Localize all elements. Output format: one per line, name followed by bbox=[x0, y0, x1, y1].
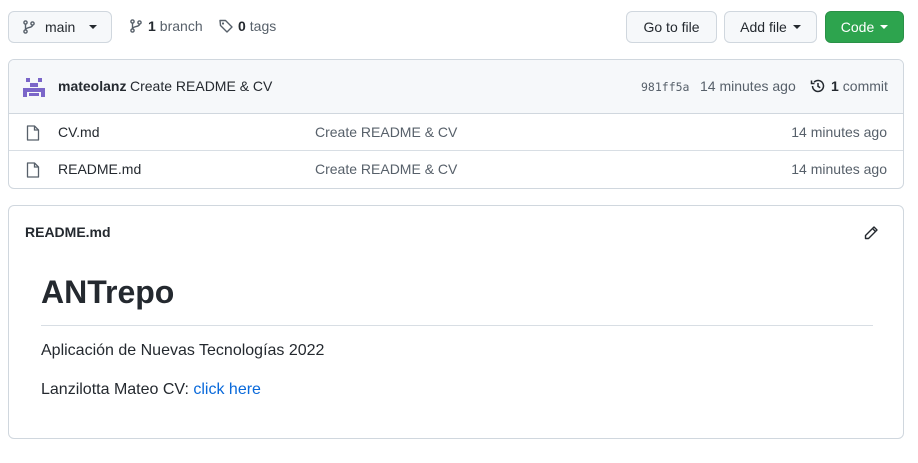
readme-filename[interactable]: README.md bbox=[25, 224, 111, 240]
file-name[interactable]: README.md bbox=[58, 161, 141, 177]
file-commit-message[interactable]: Create README & CV bbox=[315, 161, 457, 177]
code-label: Code bbox=[840, 19, 875, 35]
add-file-label: Add file bbox=[740, 19, 787, 35]
readme-cv-paragraph: Lanzilotta Mateo CV: click here bbox=[41, 381, 261, 399]
readme-paragraph: Aplicación de Nuevas Tecnologías 2022 bbox=[41, 342, 325, 359]
avatar[interactable] bbox=[23, 76, 45, 98]
tag-word: tags bbox=[249, 18, 277, 34]
git-branch-icon bbox=[23, 20, 35, 34]
commits-link[interactable]: 1 commit bbox=[810, 78, 888, 94]
add-file-button[interactable]: Add file bbox=[724, 11, 817, 43]
commit-time: 14 minutes ago bbox=[700, 78, 796, 94]
readme-panel: README.md ANTrepo Aplicación de Nuevas T… bbox=[8, 205, 904, 439]
readme-cv-prefix: Lanzilotta Mateo CV: bbox=[41, 381, 194, 398]
branch-selector-button[interactable]: main bbox=[8, 11, 112, 43]
branch-name: main bbox=[45, 19, 76, 35]
branches-link[interactable]: 1 branch bbox=[128, 18, 203, 34]
file-icon bbox=[26, 162, 40, 178]
tag-icon bbox=[219, 19, 233, 33]
history-icon bbox=[810, 79, 825, 93]
go-to-file-label: Go to file bbox=[643, 19, 700, 35]
chevron-down-icon bbox=[792, 25, 801, 29]
file-row-cv: CV.md Create README & CV 14 minutes ago bbox=[9, 114, 903, 151]
commit-sha[interactable]: 981ff5a bbox=[641, 80, 689, 94]
file-name[interactable]: CV.md bbox=[58, 124, 100, 140]
file-list: mateolanz Create README & CV 981ff5a 14 … bbox=[8, 59, 904, 189]
file-commit-message[interactable]: Create README & CV bbox=[315, 124, 457, 140]
file-icon bbox=[26, 125, 40, 141]
file-time: 14 minutes ago bbox=[791, 124, 887, 140]
tags-link[interactable]: 0 tags bbox=[218, 18, 276, 34]
readme-heading: ANTrepo bbox=[41, 273, 873, 326]
go-to-file-button[interactable]: Go to file bbox=[626, 11, 717, 43]
branch-count: 1 bbox=[148, 18, 156, 34]
branch-word: branch bbox=[159, 18, 203, 34]
file-row-readme: README.md Create README & CV 14 minutes … bbox=[9, 151, 903, 188]
pencil-icon[interactable] bbox=[863, 225, 879, 241]
commit-word: commit bbox=[842, 78, 888, 94]
git-branch-icon bbox=[130, 19, 142, 33]
chevron-down-icon bbox=[89, 25, 98, 29]
chevron-down-icon bbox=[880, 25, 889, 29]
repo-toolbar: main 1 branch 0 tags Go to file Add file… bbox=[8, 11, 904, 43]
code-button[interactable]: Code bbox=[825, 11, 904, 43]
file-time: 14 minutes ago bbox=[791, 161, 887, 177]
cv-link[interactable]: click here bbox=[193, 381, 261, 398]
commit-message[interactable]: Create README & CV bbox=[130, 78, 272, 94]
commit-count: 1 bbox=[831, 78, 839, 94]
tag-count: 0 bbox=[238, 18, 246, 34]
latest-commit-bar: mateolanz Create README & CV 981ff5a 14 … bbox=[9, 60, 903, 114]
commit-author[interactable]: mateolanz bbox=[58, 78, 126, 94]
